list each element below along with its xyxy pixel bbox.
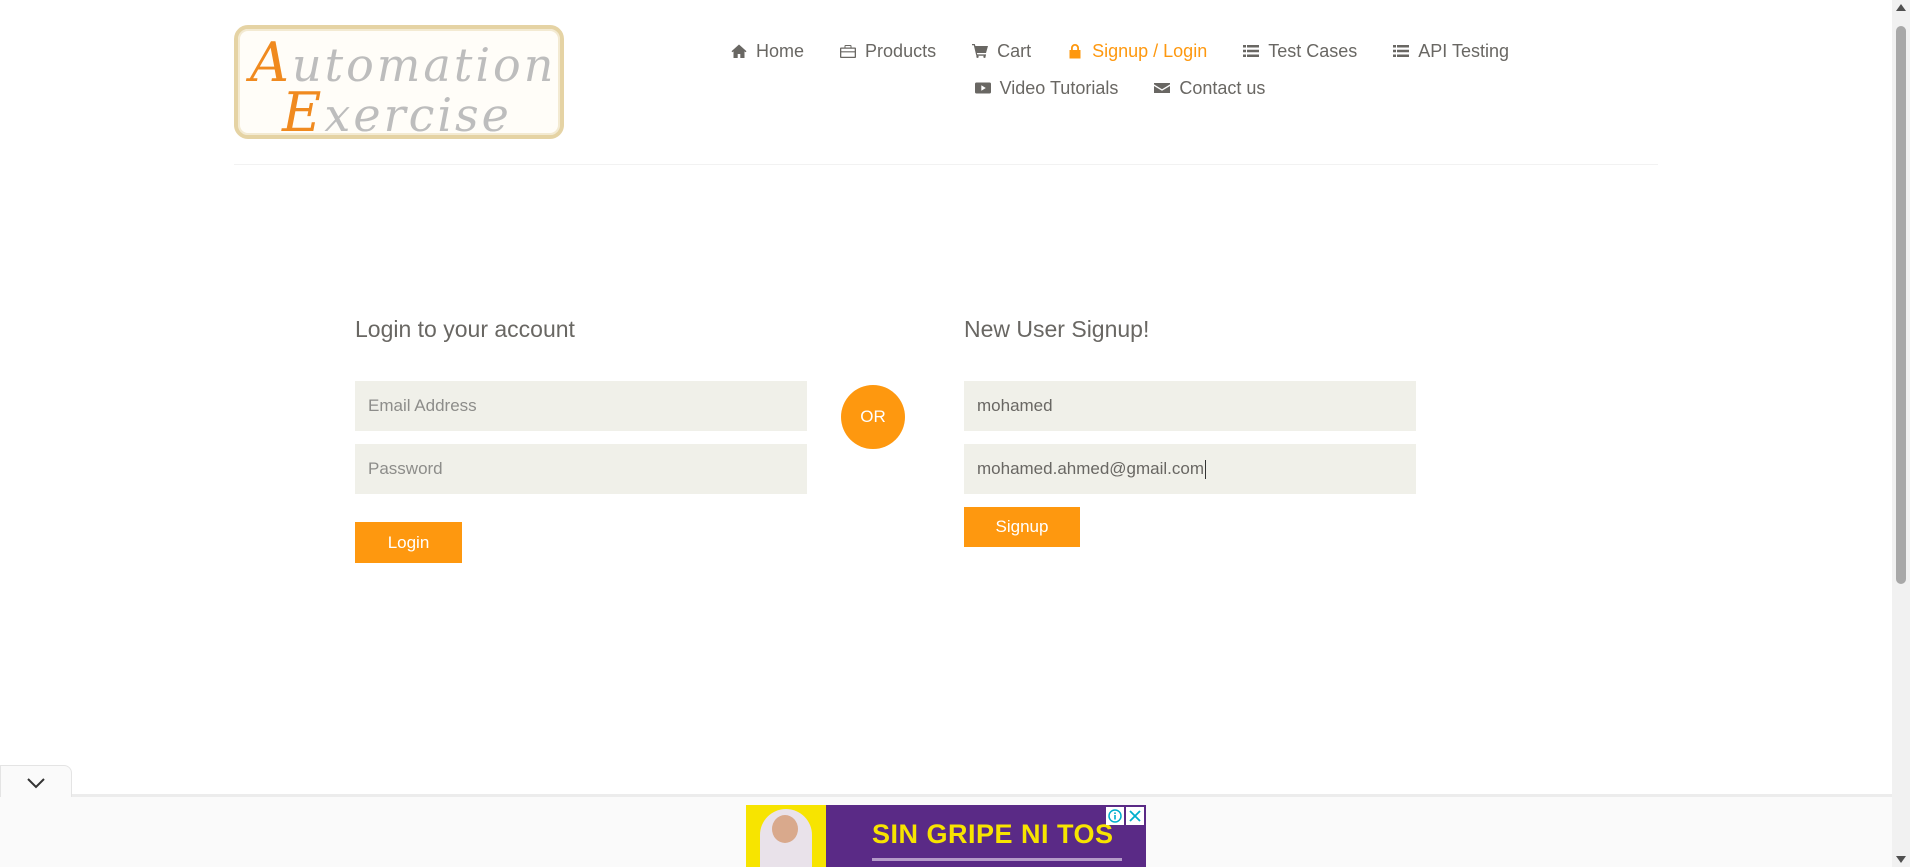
envelope-icon [1154, 83, 1171, 93]
scroll-down-arrow-icon[interactable] [1896, 856, 1906, 863]
nav-cart[interactable]: Cart [954, 36, 1049, 66]
chevron-down-icon [27, 777, 45, 788]
signup-name-value: mohamed [977, 396, 1053, 415]
ad-info-icon[interactable] [1106, 807, 1124, 825]
ad-collapse-tab[interactable] [0, 765, 72, 799]
ad-close-icon[interactable] [1126, 807, 1144, 825]
login-button[interactable]: Login [355, 522, 462, 563]
login-email-input[interactable]: Email Address [355, 381, 807, 431]
nav-home[interactable]: Home [713, 36, 822, 66]
header-divider [234, 164, 1658, 165]
page-scrollbar[interactable] [1892, 0, 1910, 867]
or-divider: OR [841, 385, 905, 449]
cart-icon [972, 44, 989, 58]
main-nav: Home Products Cart Signup / Login Test C… [720, 36, 1520, 103]
nav-video-tutorials[interactable]: Video Tutorials [957, 73, 1137, 103]
text-caret [1205, 459, 1207, 479]
nav-products[interactable]: Products [822, 36, 954, 66]
site-logo[interactable]: Automation Exercise [234, 25, 564, 144]
nav-test-cases-label: Test Cases [1268, 40, 1358, 61]
nav-test-cases[interactable]: Test Cases [1225, 36, 1375, 66]
list-icon [1243, 45, 1260, 57]
list-icon [1393, 45, 1410, 57]
lock-icon [1069, 44, 1081, 59]
nav-signup-login[interactable]: Signup / Login [1049, 36, 1225, 66]
nav-contact-us[interactable]: Contact us [1136, 73, 1283, 103]
youtube-icon [974, 82, 991, 94]
nav-api-testing-label: API Testing [1418, 40, 1509, 61]
logo-line-2: Exercise [282, 81, 512, 144]
scroll-thumb[interactable] [1896, 26, 1906, 584]
nav-video-tutorials-label: Video Tutorials [999, 77, 1119, 98]
ad-fine-print [872, 858, 1122, 861]
briefcase-icon [840, 45, 857, 58]
nav-api-testing[interactable]: API Testing [1375, 36, 1527, 66]
scroll-up-arrow-icon[interactable] [1896, 4, 1906, 11]
ad-headline: SIN GRIPE NI TOS [872, 819, 1114, 849]
ad-banner[interactable]: SIN GRIPE NI TOS [746, 805, 1146, 867]
signup-email-value: mohamed.ahmed@gmail.com [977, 459, 1205, 478]
ad-person-face [772, 815, 798, 843]
nav-signup-login-label: Signup / Login [1092, 40, 1208, 61]
signup-email-input[interactable]: mohamed.ahmed@gmail.com [964, 444, 1416, 494]
login-title: Login to your account [355, 316, 575, 342]
nav-contact-us-label: Contact us [1179, 77, 1266, 98]
nav-home-label: Home [756, 40, 805, 61]
home-icon [731, 44, 747, 58]
signup-button[interactable]: Signup [964, 507, 1080, 547]
signup-title: New User Signup! [964, 316, 1150, 342]
signup-name-input[interactable]: mohamed [964, 381, 1416, 431]
nav-products-label: Products [865, 40, 937, 61]
nav-cart-label: Cart [997, 40, 1032, 61]
login-password-input[interactable]: Password [355, 444, 807, 494]
